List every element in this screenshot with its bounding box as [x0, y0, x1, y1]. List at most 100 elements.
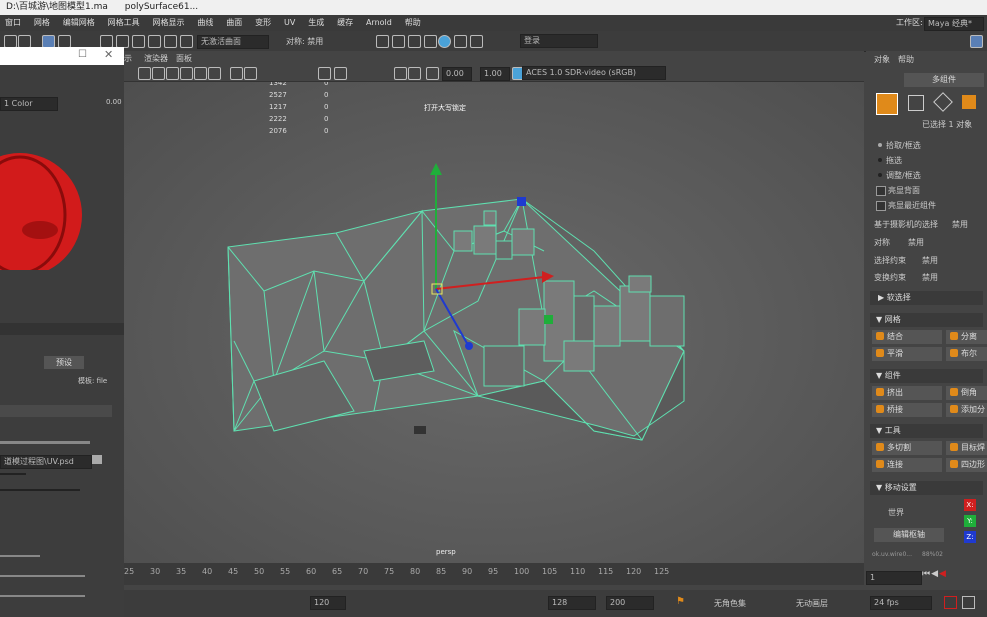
smooth-button[interactable]: 平滑	[872, 347, 942, 361]
toolkit-tab-help[interactable]: 帮助	[898, 54, 914, 65]
camera-icon[interactable]	[318, 67, 331, 80]
soft-select-header[interactable]: ▶ 软选择	[870, 291, 983, 305]
menu-generate[interactable]: 生成	[303, 15, 329, 31]
radio-pick-marquee[interactable]	[878, 143, 882, 147]
toolkit-toggle-icon[interactable]	[970, 35, 983, 48]
connect-button[interactable]: 连接	[872, 458, 942, 472]
menu-mesh-display[interactable]: 网格显示	[148, 15, 190, 31]
anim-max-field[interactable]: 200	[606, 596, 654, 610]
pause-icon[interactable]	[470, 35, 483, 48]
bridge-button[interactable]: 桥接	[872, 403, 942, 417]
radio-tweak[interactable]	[878, 173, 882, 177]
color-mode-dropdown[interactable]: 1 Color	[0, 97, 58, 111]
isolate-icon[interactable]	[394, 67, 407, 80]
slider-track-4[interactable]	[0, 595, 85, 597]
menu-help[interactable]: 帮助	[400, 15, 426, 31]
ipr-render-icon[interactable]	[392, 35, 405, 48]
exposure-icon[interactable]	[426, 67, 439, 80]
play-back-icon[interactable]: ◀	[939, 569, 947, 579]
menu-panels[interactable]: 面板	[176, 53, 192, 64]
login-dropdown[interactable]: 登录	[520, 34, 598, 48]
shadows-icon[interactable]	[194, 67, 207, 80]
separate-button[interactable]: 分离	[946, 330, 987, 344]
menu-surfaces[interactable]: 曲面	[221, 15, 247, 31]
time-slider[interactable]: 25 30 35 40 45 50 55 60 65 70 75 80 85 9…	[124, 563, 864, 585]
menu-cache[interactable]: 缓存	[332, 15, 358, 31]
slider-track-3[interactable]	[0, 575, 85, 577]
bevel-button[interactable]: 倒角	[946, 386, 987, 400]
camera-selection-value[interactable]: 禁用	[952, 219, 968, 230]
menu-curves[interactable]: 曲线	[192, 15, 218, 31]
mesh-section-header[interactable]: ▼ 网格	[870, 313, 983, 327]
slider-track-2[interactable]	[0, 555, 40, 557]
selection-constraint-value[interactable]: 禁用	[922, 255, 938, 266]
object-mode-cube-icon[interactable]	[876, 93, 898, 115]
auto-key-icon[interactable]	[944, 596, 957, 609]
target-weld-button[interactable]: 目标焊	[946, 441, 987, 455]
combine-button[interactable]: 结合	[872, 330, 942, 344]
add-divisions-button[interactable]: 添加分	[946, 403, 987, 417]
textured-icon[interactable]	[166, 67, 179, 80]
grid-icon[interactable]	[408, 67, 421, 80]
check-nearest-component[interactable]	[876, 201, 886, 211]
arnold-render-icon[interactable]	[438, 35, 451, 48]
smooth-shade-icon[interactable]	[152, 67, 165, 80]
workspace-dropdown[interactable]: Maya 经典*	[924, 17, 984, 31]
tools-section-header[interactable]: ▼ 工具	[870, 424, 983, 438]
menu-edit-mesh[interactable]: 编辑网格	[58, 15, 100, 31]
snap-live-icon[interactable]	[180, 35, 193, 48]
symmetry-dropdown[interactable]: 对称: 禁用	[286, 36, 323, 47]
world-space-label[interactable]: 世界	[888, 507, 904, 518]
slider-track[interactable]	[0, 441, 90, 444]
snap-point-icon[interactable]	[132, 35, 145, 48]
menu-deform[interactable]: 变形	[250, 15, 276, 31]
wireframe-icon[interactable]	[138, 67, 151, 80]
menu-mesh[interactable]: 网格	[29, 15, 55, 31]
transform-constraint-value[interactable]: 禁用	[922, 272, 938, 283]
menu-window[interactable]: 窗口	[0, 15, 26, 31]
gamma-field[interactable]: 1.00	[480, 67, 510, 81]
range-end-field[interactable]: 120	[310, 596, 346, 610]
render-icon[interactable]	[376, 35, 389, 48]
colorspace-dropdown[interactable]: ACES 1.0 SDR-video (sRGB)	[522, 66, 666, 80]
render-settings-icon[interactable]	[408, 35, 421, 48]
folder-icon[interactable]	[92, 455, 102, 464]
maximize-icon[interactable]: ☐	[78, 49, 87, 60]
lights-icon[interactable]	[180, 67, 193, 80]
hypershade-icon[interactable]	[424, 35, 437, 48]
check-backface[interactable]	[876, 186, 886, 196]
xray-icon[interactable]	[208, 67, 221, 80]
radio-drag[interactable]	[878, 158, 882, 162]
sphere-icon[interactable]	[244, 67, 257, 80]
current-frame-field[interactable]: 1	[866, 571, 922, 585]
axis-z-label[interactable]: Z:	[964, 531, 976, 543]
uv-dropdown[interactable]	[0, 489, 80, 491]
component-section-header[interactable]: ▼ 组件	[870, 369, 983, 383]
anim-end-field[interactable]: 128	[548, 596, 596, 610]
anim-layer-dropdown[interactable]: 无动画层	[796, 598, 828, 609]
snap-surface-icon[interactable]	[164, 35, 177, 48]
ao-icon[interactable]	[334, 67, 347, 80]
exposure-field[interactable]: 0.00	[442, 67, 472, 81]
filter-dropdown[interactable]	[0, 473, 26, 475]
key-icon[interactable]: ⚑	[676, 596, 685, 607]
symmetry-value[interactable]: 禁用	[908, 237, 924, 248]
edge-mode-icon[interactable]	[933, 92, 953, 112]
toolkit-tab-object[interactable]: 对象	[874, 54, 890, 65]
quad-draw-button[interactable]: 四边形	[946, 458, 987, 472]
menu-uv[interactable]: UV	[279, 15, 300, 31]
menu-show[interactable]: 示	[124, 53, 132, 64]
close-icon[interactable]: ✕	[104, 48, 113, 61]
boolean-button[interactable]: 布尔	[946, 347, 987, 361]
fps-dropdown[interactable]: 24 fps	[870, 596, 932, 610]
render-view-icon[interactable]	[454, 35, 467, 48]
vertex-mode-icon[interactable]	[908, 95, 924, 111]
face-mode-icon[interactable]	[962, 95, 976, 109]
viewport-persp[interactable]: 1342 0 2527 0 1217 0 2222 0 2076 0 打开大写锁…	[124, 51, 864, 563]
active-surface-field[interactable]: 无激活曲面	[197, 35, 269, 49]
cube-icon[interactable]	[230, 67, 243, 80]
character-set-dropdown[interactable]: 无角色集	[714, 598, 746, 609]
playback-controls[interactable]: ⏮◀◀	[922, 569, 987, 583]
preset-button[interactable]: 预设	[44, 356, 84, 369]
go-to-start-icon[interactable]: ⏮	[922, 569, 931, 579]
